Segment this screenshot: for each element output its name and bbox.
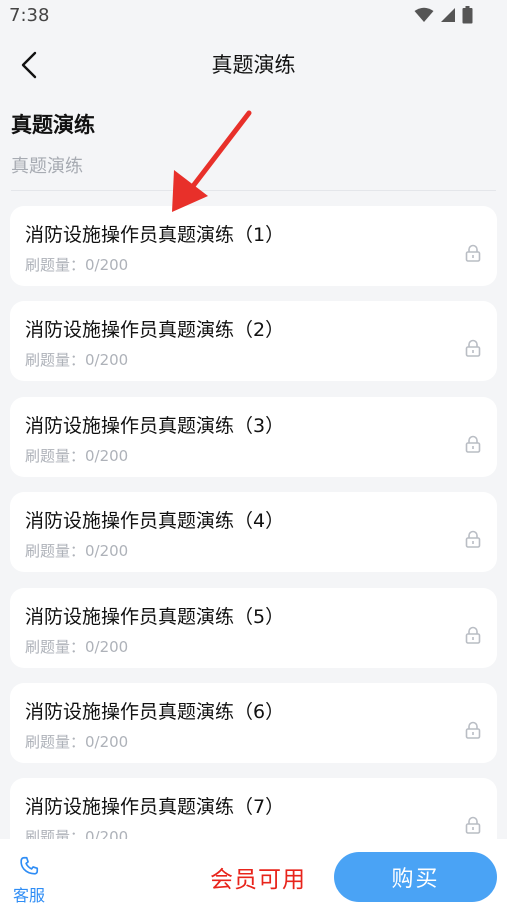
lock-icon xyxy=(465,244,481,262)
signal-icon xyxy=(441,8,455,22)
section-subtitle: 真题演练 xyxy=(11,156,83,177)
section-title: 真题演练 xyxy=(11,113,95,137)
page-title: 真题演练 xyxy=(211,53,296,77)
exam-item-title: 消防设施操作员真题演练（4） xyxy=(25,510,285,532)
status-bar: 7:38 xyxy=(0,0,507,34)
divider xyxy=(11,190,496,191)
battery-icon xyxy=(462,6,473,24)
exam-item-count: 刷题量：0/200 xyxy=(25,351,129,369)
lock-icon xyxy=(465,435,481,453)
exam-item-5[interactable]: 消防设施操作员真题演练（5） 刷题量：0/200 xyxy=(10,588,497,668)
exam-item-7[interactable]: 消防设施操作员真题演练（7） 刷题量：0/200 xyxy=(10,778,497,839)
exam-item-title: 消防设施操作员真题演练（5） xyxy=(25,606,285,628)
exam-item-count: 刷题量：0/200 xyxy=(25,542,129,560)
exam-item-2[interactable]: 消防设施操作员真题演练（2） 刷题量：0/200 xyxy=(10,301,497,381)
exam-item-title: 消防设施操作员真题演练（3） xyxy=(25,415,285,437)
member-available-text: 会员可用 xyxy=(210,867,306,893)
exam-list: 消防设施操作员真题演练（1） 刷题量：0/200 消防设施操作员真题演练（2） … xyxy=(10,206,497,839)
status-time: 7:38 xyxy=(9,5,50,26)
lock-icon xyxy=(465,626,481,644)
customer-service-label: 客服 xyxy=(12,886,45,905)
wifi-icon xyxy=(414,7,434,22)
lock-icon xyxy=(465,339,481,357)
exam-item-6[interactable]: 消防设施操作员真题演练（6） 刷题量：0/200 xyxy=(10,683,497,763)
status-icons xyxy=(414,6,473,24)
exam-item-count: 刷题量：0/200 xyxy=(25,447,129,465)
exam-item-count: 刷题量：0/200 xyxy=(25,256,129,274)
customer-service-button[interactable]: 客服 xyxy=(7,855,51,905)
screen: 7:38 真题演练 真题演练 真题演练 消防设施操作员真题演练（1） 刷题量：0… xyxy=(0,0,507,906)
nav-bar: 真题演练 xyxy=(0,34,507,96)
phone-icon xyxy=(20,856,39,875)
lock-icon xyxy=(465,721,481,739)
exam-item-count: 刷题量：0/200 xyxy=(25,733,129,751)
bottom-bar: 客服 会员可用 购买 xyxy=(0,839,507,906)
exam-item-3[interactable]: 消防设施操作员真题演练（3） 刷题量：0/200 xyxy=(10,397,497,477)
lock-icon xyxy=(465,530,481,548)
exam-item-count: 刷题量：0/200 xyxy=(25,828,129,839)
exam-item-title: 消防设施操作员真题演练（6） xyxy=(25,701,285,723)
exam-item-title: 消防设施操作员真题演练（2） xyxy=(25,319,285,341)
buy-button[interactable]: 购买 xyxy=(334,852,497,902)
lock-icon xyxy=(465,816,481,834)
exam-item-count: 刷题量：0/200 xyxy=(25,638,129,656)
exam-item-1[interactable]: 消防设施操作员真题演练（1） 刷题量：0/200 xyxy=(10,206,497,286)
exam-item-title: 消防设施操作员真题演练（7） xyxy=(25,796,285,818)
exam-item-4[interactable]: 消防设施操作员真题演练（4） 刷题量：0/200 xyxy=(10,492,497,572)
exam-item-title: 消防设施操作员真题演练（1） xyxy=(25,224,285,246)
